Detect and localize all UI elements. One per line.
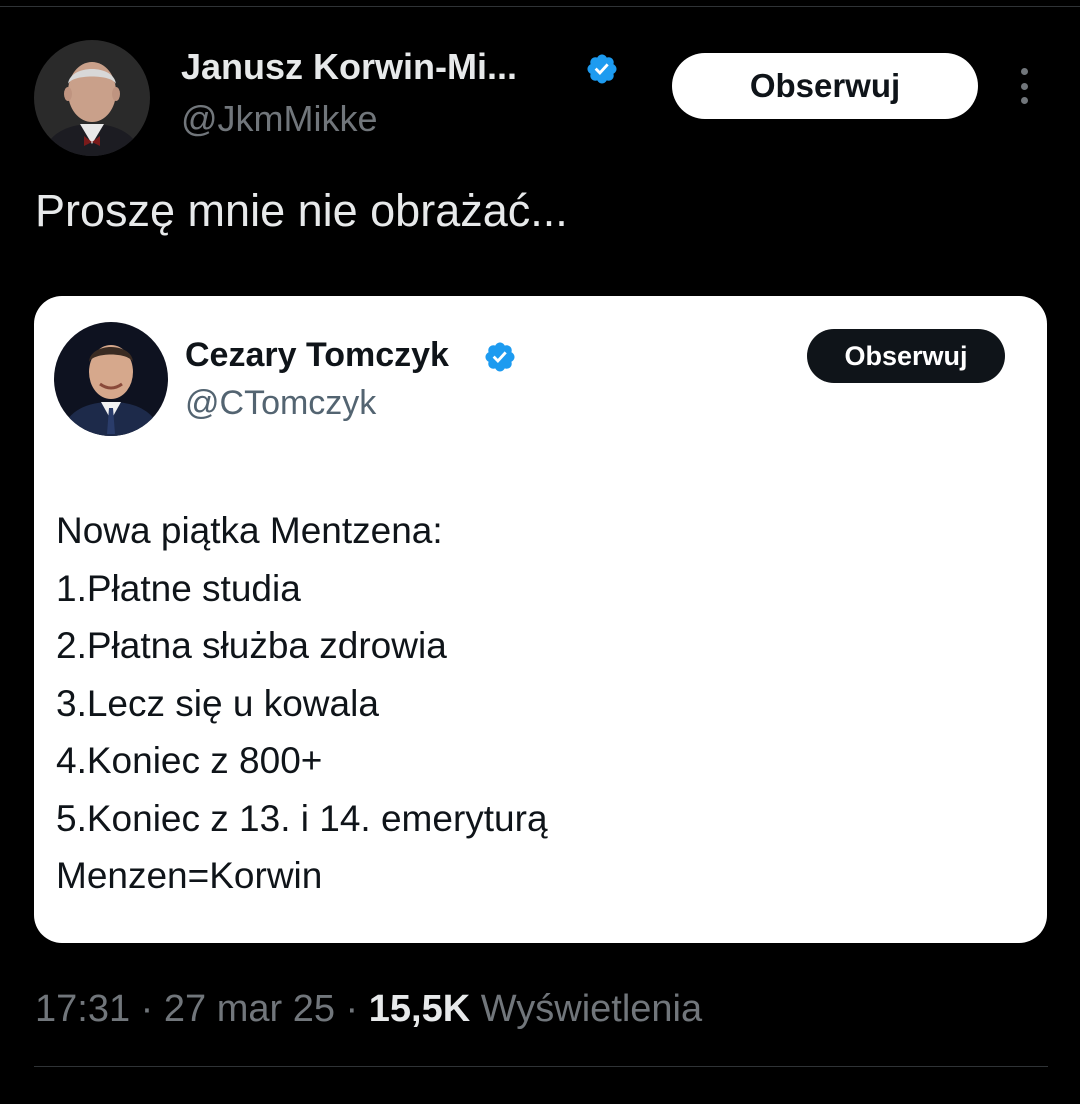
tweet-time[interactable]: 17:31: [35, 988, 130, 1030]
more-dot: [1020, 82, 1028, 90]
more-dot: [1020, 97, 1028, 104]
meta-separator: ·: [140, 988, 154, 1030]
quoted-text-line: Nowa piątka Mentzena:: [56, 510, 443, 551]
quoted-text-line: 5.Koniec z 13. i 14. emeryturą: [56, 797, 548, 839]
verified-badge-icon: [585, 52, 619, 86]
quoted-text-line: 3.Lecz się u kowala: [56, 682, 379, 724]
avatar-image: [34, 40, 150, 156]
views-count: 15,5K: [368, 988, 471, 1030]
quoted-tweet-card[interactable]: Cezary Tomczyk @CTomczyk Obserwuj Nowa p…: [34, 296, 1047, 943]
tweet-meta: 17:31 · 27 mar 25 · 15,5K Wyświetlenia: [35, 988, 702, 1031]
tweet-text: Proszę mnie nie obrażać...: [35, 185, 568, 236]
avatar-image: [54, 322, 168, 436]
quoted-author-avatar[interactable]: [54, 322, 168, 436]
quoted-author-name[interactable]: Cezary Tomczyk: [185, 336, 449, 375]
more-options-icon[interactable]: [1008, 64, 1040, 108]
meta-separator: ·: [345, 988, 359, 1030]
quoted-author-handle[interactable]: @CTomczyk: [185, 384, 376, 423]
quoted-tweet-text: Nowa piątka Mentzena: 1.Płatne studia 2.…: [56, 502, 548, 905]
quoted-text-line: 2.Płatna służba zdrowia: [56, 625, 447, 666]
quoted-text-line: 4.Koniec z 800+: [56, 740, 323, 781]
quoted-text-line: Menzen=Korwin: [56, 855, 323, 896]
quoted-text-line: 1.Płatne studia: [56, 567, 301, 609]
author-avatar[interactable]: [34, 40, 150, 156]
tweet-date[interactable]: 27 mar 25: [164, 988, 335, 1030]
author-handle[interactable]: @JkmMikke: [181, 98, 378, 140]
views-label: Wyświetlenia: [480, 988, 703, 1030]
bottom-divider: [34, 1066, 1048, 1067]
more-dot: [1020, 68, 1028, 75]
author-name[interactable]: Janusz Korwin-Mi...: [181, 46, 517, 88]
verified-badge-icon: [483, 340, 517, 374]
follow-button[interactable]: Obserwuj: [672, 53, 978, 119]
top-divider: [0, 6, 1080, 7]
quoted-follow-button[interactable]: Obserwuj: [807, 329, 1005, 383]
